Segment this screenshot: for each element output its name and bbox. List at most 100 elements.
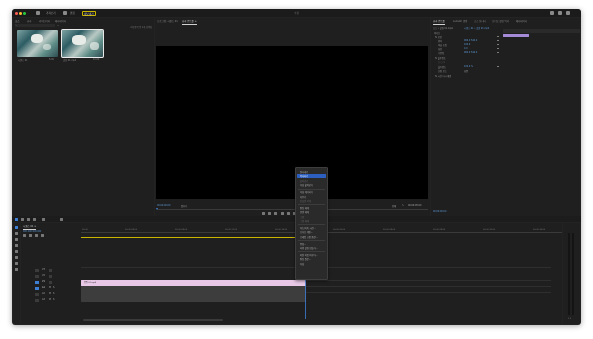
keyframe-icon[interactable]	[497, 65, 499, 67]
search-input[interactable]	[15, 24, 55, 27]
solo-button[interactable]: S	[53, 286, 54, 289]
type-tool-icon[interactable]	[15, 268, 18, 271]
linked-selection-icon[interactable]	[29, 234, 32, 237]
razor-tool-icon[interactable]	[15, 244, 18, 247]
mute-button[interactable]: M	[49, 286, 51, 289]
tab-metadata[interactable]: 메타데이터	[55, 19, 66, 23]
eye-icon[interactable]	[49, 274, 52, 278]
wrench-icon[interactable]: ✎	[402, 204, 404, 207]
slip-tool-icon[interactable]	[15, 250, 18, 253]
fx-position-value[interactable]: 960.0 540.0	[464, 39, 477, 42]
source-patch-icon[interactable]	[35, 286, 39, 290]
mask-tools[interactable]: ○ ▢ ✎	[438, 61, 445, 64]
reset-icon[interactable]	[497, 35, 499, 37]
pen-icon[interactable]	[60, 217, 63, 221]
eye-icon[interactable]	[49, 268, 52, 272]
progress-icon[interactable]	[558, 11, 562, 15]
menu-item[interactable]: 프레임 고정 옵션...	[300, 235, 318, 239]
mute-button[interactable]: M	[49, 298, 51, 301]
tab-source-monitor[interactable]: 소스 모니터	[474, 19, 486, 23]
menu-item[interactable]: 오디오 게인...	[300, 230, 313, 234]
fx-clip-bar[interactable]	[503, 34, 529, 37]
mark-in-icon[interactable]	[268, 212, 271, 215]
menu-item[interactable]: 편집 원본...	[300, 257, 311, 261]
fx-anchor-value[interactable]: 960.0 540.0	[464, 51, 477, 54]
menu-item[interactable]: 편집 해제	[300, 206, 309, 210]
fullscreen-icon[interactable]	[566, 11, 570, 15]
tab-metadata[interactable]: 메타데이터	[516, 19, 527, 23]
quick-export-icon[interactable]	[550, 11, 554, 15]
menu-item[interactable]: 하위 클립 만들기...	[300, 246, 318, 250]
selection-tool-icon[interactable]	[15, 217, 18, 221]
ripple-tool-icon[interactable]	[15, 238, 18, 241]
menu-item[interactable]: 중첩...	[300, 242, 306, 246]
sequence-clip-label[interactable]: 시퀀스 01 • 클립 01.mp4	[464, 26, 489, 30]
ripple-edit-icon[interactable]	[27, 217, 30, 221]
play-icon[interactable]	[287, 212, 290, 215]
tab-libraries[interactable]: 라이브러리	[39, 19, 50, 23]
monitor-scrubber[interactable]	[157, 209, 428, 210]
snap-icon[interactable]	[23, 234, 26, 237]
fx-opacity[interactable]: fx 불투명도	[435, 56, 446, 60]
tab-effects[interactable]: 효과	[27, 19, 31, 23]
tab-sequence[interactable]: 시퀀스 01 ≡	[23, 224, 37, 229]
menu-item[interactable]: 복사하기	[300, 174, 308, 178]
project-item-thumb-2[interactable]	[61, 29, 104, 58]
clip-source-label[interactable]: 소스 • 클립 01.mp4	[433, 26, 453, 30]
source-patch-icon[interactable]	[35, 280, 39, 284]
solo-button[interactable]: S S	[568, 318, 571, 320]
menu-item[interactable]: 속성 붙여넣기	[300, 183, 313, 187]
lock-icon[interactable]	[35, 292, 39, 296]
menu-item[interactable]: 속도/지속 시간...	[300, 226, 316, 230]
quality-dropdown[interactable]: 전체	[392, 204, 396, 208]
project-item-thumb-1[interactable]	[17, 30, 58, 57]
menu-item[interactable]: 지우기	[300, 195, 306, 199]
keyframe-icon[interactable]	[497, 47, 499, 49]
folder-icon[interactable]: ▭	[57, 24, 59, 27]
video-preview[interactable]	[156, 46, 428, 199]
track-select-tool-icon[interactable]	[15, 232, 18, 235]
keyframe-icon[interactable]	[497, 39, 499, 41]
keyframe-icon[interactable]	[497, 51, 499, 53]
solo-button[interactable]: S	[53, 292, 54, 295]
step-back-icon[interactable]	[281, 212, 284, 215]
solo-button[interactable]: S	[53, 298, 54, 301]
audio-clip[interactable]	[81, 286, 306, 302]
fx-scale-value[interactable]: 100.0	[464, 43, 470, 46]
timeline-scrollbar[interactable]	[83, 319, 223, 321]
lock-icon[interactable]	[35, 268, 39, 272]
selection-tool-icon[interactable]	[15, 226, 18, 229]
fx-opacity-value[interactable]: 100.0 %	[464, 65, 473, 68]
add-marker-icon[interactable]	[35, 234, 38, 237]
tab-source[interactable]: 소스	[15, 19, 20, 24]
menu-item[interactable]: 연결 해제	[300, 210, 309, 214]
fit-dropdown[interactable]: 맞추기	[181, 204, 187, 208]
keyframe-icon[interactable]	[497, 43, 499, 45]
add-marker-icon[interactable]	[262, 212, 265, 215]
fx-time-remap[interactable]: fx 시간 다시 매핑	[435, 74, 451, 78]
tab-program[interactable]: 프로그램: 시퀀스 01	[157, 19, 178, 23]
playhead-marker[interactable]	[156, 207, 158, 210]
mute-button[interactable]: M	[49, 292, 51, 295]
timeline-settings-icon[interactable]	[41, 234, 44, 237]
razor-icon[interactable]	[33, 217, 36, 221]
pen-tool-icon[interactable]	[15, 256, 18, 259]
timeline-timecode[interactable]: 00:00:00:00	[23, 229, 41, 233]
tab-audio-mixer[interactable]: 오디오 클립 믹서	[492, 19, 509, 23]
hand-tool-icon[interactable]	[15, 262, 18, 265]
track-select-icon[interactable]	[21, 217, 24, 221]
fx-blend-dropdown[interactable]: 표준	[464, 69, 468, 73]
program-timecode[interactable]: 00:00:00:00	[157, 204, 170, 207]
eye-icon[interactable]	[49, 280, 52, 284]
lock-icon[interactable]	[35, 274, 39, 278]
fx-rotation-value[interactable]: 0.0	[464, 47, 467, 50]
lock-icon[interactable]	[35, 298, 39, 302]
tab-lumetri-scopes[interactable]: Lumetri 범위	[453, 19, 467, 23]
fx-timecode[interactable]: 00:00:00:00	[433, 210, 446, 213]
tab-effect-controls[interactable]: 효과 컨트롤	[433, 19, 445, 24]
menu-item[interactable]: 속성 제거하기	[300, 190, 313, 194]
tab-effect-controls[interactable]: 효과 컨트롤 ≡	[182, 19, 197, 24]
menu-item[interactable]: 속성	[300, 262, 304, 266]
work-area-bar[interactable]	[81, 237, 301, 238]
menu-item[interactable]: 파일 이름 바꾸기...	[300, 253, 318, 257]
